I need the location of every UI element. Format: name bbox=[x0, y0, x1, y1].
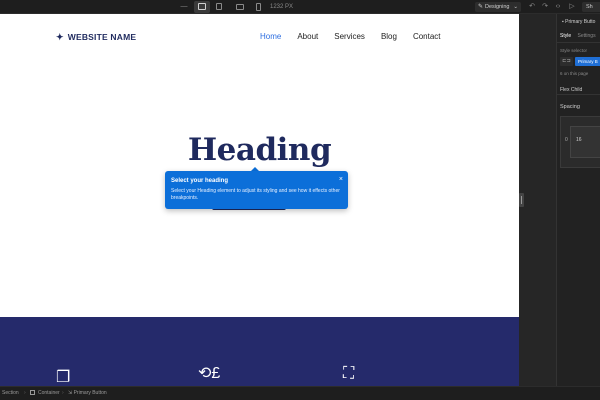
selected-element-name: Primary Butto bbox=[565, 19, 596, 25]
nav-link-blog[interactable]: Blog bbox=[381, 32, 397, 42]
mode-dropdown[interactable]: ✎ Designing ⌄ bbox=[475, 2, 521, 12]
selected-element-label: ▪ Primary Butto bbox=[562, 19, 595, 25]
nav-link-about[interactable]: About bbox=[297, 32, 318, 42]
site-logo[interactable]: ✦ WEBSITE NAME bbox=[56, 32, 136, 43]
code-icon[interactable]: ‹› bbox=[554, 3, 562, 11]
canvas-width-readout: 1232 PX bbox=[270, 4, 294, 10]
breadcrumb-section[interactable]: Section bbox=[2, 387, 19, 400]
undo-icon[interactable]: ↶ bbox=[528, 3, 536, 11]
breadcrumb-container-label: Container bbox=[38, 390, 60, 396]
flex-child-section[interactable]: Flex Child bbox=[560, 87, 582, 93]
features-section[interactable]: ❐ ⟲£ ⛶ bbox=[0, 317, 519, 386]
nav-link-services[interactable]: Services bbox=[334, 32, 365, 42]
class-chip[interactable]: Primary B bbox=[575, 57, 600, 66]
panel-tabs: Style Settings bbox=[560, 33, 600, 39]
selector-link-icon[interactable]: ⊏⊐ bbox=[560, 57, 573, 66]
mode-label: Designing bbox=[485, 4, 510, 10]
documents-icon: ❐ bbox=[56, 369, 71, 386]
chevron-down-icon: ⌄ bbox=[513, 4, 518, 10]
top-toolbar: — 1232 PX ✎ Designing ⌄ ↶ ↷ ‹› ▷ Sh bbox=[0, 0, 600, 14]
panel-divider bbox=[557, 42, 600, 43]
onboarding-tooltip: Select your heading Select your Heading … bbox=[165, 171, 348, 209]
nav-link-home[interactable]: Home bbox=[260, 32, 281, 42]
nav-link-contact[interactable]: Contact bbox=[413, 32, 441, 42]
padding-left-value[interactable]: 16 bbox=[576, 137, 582, 143]
share-button[interactable]: Sh bbox=[582, 2, 600, 12]
currency-exchange-icon: ⟲£ bbox=[198, 365, 221, 382]
pencil-icon: ✎ bbox=[478, 4, 484, 10]
panel-divider-2 bbox=[557, 94, 600, 95]
spacing-section-title[interactable]: Spacing bbox=[560, 104, 580, 110]
sparkle-logo-icon: ✦ bbox=[56, 32, 64, 42]
on-page-count: 6 on this page bbox=[560, 71, 589, 76]
canvas-gutter bbox=[519, 14, 556, 386]
breadcrumb-primary-button[interactable]: ⇲ Primary Button bbox=[68, 387, 107, 400]
redo-icon[interactable]: ↷ bbox=[541, 3, 549, 11]
mobile-portrait-icon[interactable] bbox=[256, 3, 261, 11]
container-icon bbox=[30, 390, 35, 396]
hero-heading[interactable]: Heading bbox=[0, 132, 519, 168]
tablet-breakpoint-icon[interactable] bbox=[216, 3, 222, 10]
desktop-breakpoint-icon[interactable] bbox=[198, 3, 206, 10]
breadcrumb-primary-button-label: Primary Button bbox=[73, 390, 107, 396]
preview-play-icon[interactable]: ▷ bbox=[568, 3, 576, 11]
breadcrumb: Section › Container › ⇲ Primary Button bbox=[0, 386, 600, 400]
tab-settings[interactable]: Settings bbox=[578, 33, 596, 39]
breadcrumb-separator: › bbox=[62, 390, 64, 396]
close-icon[interactable]: × bbox=[339, 176, 343, 183]
style-panel: ▪ Primary Butto Style Settings Style sel… bbox=[556, 14, 600, 386]
tooltip-body: Select your Heading element to adjust it… bbox=[171, 188, 340, 201]
style-selector-label: Style selector bbox=[560, 48, 588, 53]
webflow-designer: — 1232 PX ✎ Designing ⌄ ↶ ↷ ‹› ▷ Sh ✦ WEB… bbox=[0, 0, 600, 400]
site-logo-text: WEBSITE NAME bbox=[67, 32, 137, 42]
breadcrumb-container[interactable]: Container bbox=[30, 387, 60, 400]
site-nav: Home About Services Blog Contact bbox=[260, 32, 457, 42]
tooltip-title: Select your heading bbox=[171, 178, 229, 184]
minus-icon[interactable]: — bbox=[180, 3, 188, 11]
breadcrumb-section-label: Section bbox=[2, 390, 19, 396]
breadcrumb-separator: › bbox=[24, 390, 26, 396]
share-button-label: Sh bbox=[586, 4, 593, 10]
padding-box[interactable] bbox=[570, 126, 600, 158]
tab-style[interactable]: Style bbox=[560, 33, 571, 39]
margin-left-value[interactable]: 0 bbox=[565, 137, 568, 143]
armchair-icon: ⛶ bbox=[343, 365, 355, 382]
mobile-landscape-icon[interactable] bbox=[236, 4, 244, 10]
canvas-resize-handle[interactable] bbox=[519, 193, 524, 207]
